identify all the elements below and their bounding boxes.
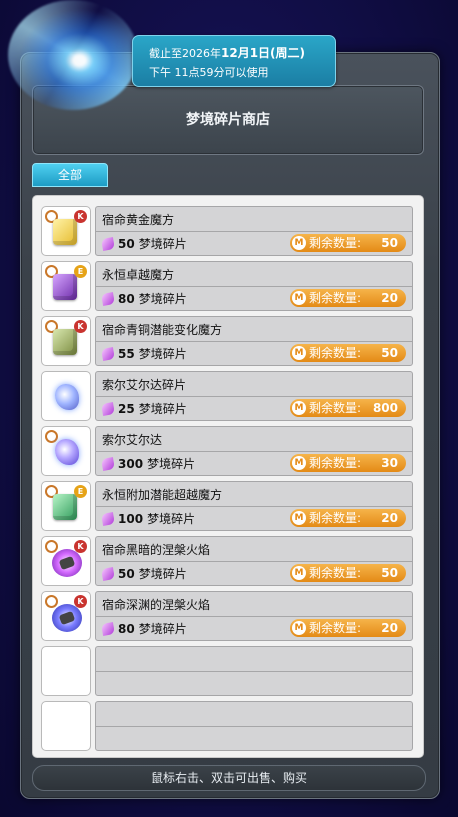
dream-fragment-icon <box>101 347 115 361</box>
abyss-flame-icon[interactable]: K <box>41 591 91 641</box>
golden-cube-icon[interactable]: K <box>41 206 91 256</box>
item-price: 55 <box>118 347 135 361</box>
notice-date: 12月1日(周二) <box>221 46 306 60</box>
m-coin-icon: M <box>292 621 306 635</box>
empty-item-slot <box>41 646 91 696</box>
item-currency: 梦境碎片 <box>138 292 187 306</box>
dark-flame-icon[interactable]: K <box>41 536 91 586</box>
dream-fragment-icon <box>101 457 115 471</box>
item-badge: E <box>74 265 87 278</box>
item-price: 50 <box>118 567 135 581</box>
m-coin-icon: M <box>292 511 306 525</box>
item-price: 50 <box>118 237 135 251</box>
stock-count: 50 <box>381 346 398 360</box>
item-currency: 梦境碎片 <box>138 237 187 251</box>
shop-item-row[interactable]: K 宿命深渊的涅槃火焰 80 梦境碎片 M 剩余数量: 20 <box>41 591 413 641</box>
item-badge: K <box>74 540 87 553</box>
stock-count: 30 <box>381 456 398 470</box>
dream-swirl-emblem <box>8 0 138 110</box>
stock-count: 50 <box>381 236 398 250</box>
item-name: 索尔艾尔达 <box>102 433 163 447</box>
item-currency: 梦境碎片 <box>138 622 187 636</box>
stock-pill: M 剩余数量: 20 <box>290 289 406 307</box>
m-coin-icon: M <box>292 291 306 305</box>
shop-item-row[interactable]: K 宿命青铜潜能变化魔方 55 梦境碎片 M 剩余数量: 50 <box>41 316 413 366</box>
sol-erda-fragment-icon[interactable] <box>41 371 91 421</box>
shop-item-row[interactable]: 索尔艾尔达碎片 25 梦境碎片 M 剩余数量: 800 <box>41 371 413 421</box>
stock-count: 20 <box>381 291 398 305</box>
item-currency: 梦境碎片 <box>147 512 196 526</box>
shop-title: 梦境碎片商店 <box>186 112 270 128</box>
clock-icon <box>45 595 58 608</box>
item-name: 永恒卓越魔方 <box>102 268 175 282</box>
stock-count: 20 <box>381 511 398 525</box>
footer-hint: 鼠标右击、双击可出售、购买 <box>32 765 426 791</box>
item-price: 300 <box>118 457 144 471</box>
clock-icon <box>45 540 58 553</box>
stock-pill: M 剩余数量: 50 <box>290 344 406 362</box>
item-badge: E <box>74 485 87 498</box>
dream-fragment-icon <box>101 512 115 526</box>
stock-count: 800 <box>372 401 398 415</box>
tab-all[interactable]: 全部 <box>32 163 108 187</box>
dream-fragment-icon <box>101 402 115 416</box>
purple-cube-icon[interactable]: E <box>41 261 91 311</box>
empty-slot-row <box>41 646 413 696</box>
item-currency: 梦境碎片 <box>138 567 187 581</box>
item-name: 宿命黑暗的涅槃火焰 <box>102 543 211 557</box>
green-cube-icon[interactable]: E <box>41 481 91 531</box>
item-name: 宿命青铜潜能变化魔方 <box>102 323 223 337</box>
empty-slot-row <box>41 701 413 751</box>
notice-date-prefix: 截止至2026年 <box>149 47 221 60</box>
m-coin-icon: M <box>292 346 306 360</box>
stock-pill: M 剩余数量: 20 <box>290 509 406 527</box>
item-name: 宿命深渊的涅槃火焰 <box>102 598 211 612</box>
m-coin-icon: M <box>292 236 306 250</box>
shop-item-row[interactable]: K 宿命黑暗的涅槃火焰 50 梦境碎片 M 剩余数量: 50 <box>41 536 413 586</box>
stock-pill: M 剩余数量: 30 <box>290 454 406 472</box>
dream-fragment-icon <box>101 567 115 581</box>
stock-pill: M 剩余数量: 50 <box>290 234 406 252</box>
item-currency: 梦境碎片 <box>138 402 187 416</box>
stock-count: 50 <box>381 566 398 580</box>
item-list-panel: K 宿命黄金魔方 50 梦境碎片 M 剩余数量: 50 E 永恒卓越魔方 80 梦境… <box>32 195 424 758</box>
item-currency: 梦境碎片 <box>147 457 196 471</box>
notice-time: 下午 11点59分可以使用 <box>149 66 269 79</box>
m-coin-icon: M <box>292 456 306 470</box>
item-name: 永恒附加潜能超越魔方 <box>102 488 223 502</box>
item-badge: K <box>74 320 87 333</box>
m-coin-icon: M <box>292 566 306 580</box>
item-price: 100 <box>118 512 144 526</box>
item-badge: K <box>74 595 87 608</box>
shop-item-row[interactable]: E 永恒卓越魔方 80 梦境碎片 M 剩余数量: 20 <box>41 261 413 311</box>
shop-item-row[interactable]: K 宿命黄金魔方 50 梦境碎片 M 剩余数量: 50 <box>41 206 413 256</box>
dream-fragment-icon <box>101 237 115 251</box>
item-price: 80 <box>118 622 135 636</box>
item-price: 80 <box>118 292 135 306</box>
item-badge: K <box>74 210 87 223</box>
stock-pill: M 剩余数量: 20 <box>290 619 406 637</box>
item-name: 宿命黄金魔方 <box>102 213 175 227</box>
stock-pill: M 剩余数量: 800 <box>290 399 406 417</box>
stock-count: 20 <box>381 621 398 635</box>
empty-item-slot <box>41 701 91 751</box>
item-name: 索尔艾尔达碎片 <box>102 378 187 392</box>
availability-notice: 截止至2026年12月1日(周二) 下午 11点59分可以使用 <box>132 35 336 87</box>
clock-icon <box>45 430 58 443</box>
sol-erda-icon[interactable] <box>41 426 91 476</box>
dream-fragment-icon <box>101 622 115 636</box>
item-currency: 梦境碎片 <box>138 347 187 361</box>
item-price: 25 <box>118 402 135 416</box>
m-coin-icon: M <box>292 401 306 415</box>
shop-item-row[interactable]: E 永恒附加潜能超越魔方 100 梦境碎片 M 剩余数量: 20 <box>41 481 413 531</box>
shop-item-row[interactable]: 索尔艾尔达 300 梦境碎片 M 剩余数量: 30 <box>41 426 413 476</box>
stock-pill: M 剩余数量: 50 <box>290 564 406 582</box>
bronze-cube-icon[interactable]: K <box>41 316 91 366</box>
dream-fragment-icon <box>101 292 115 306</box>
